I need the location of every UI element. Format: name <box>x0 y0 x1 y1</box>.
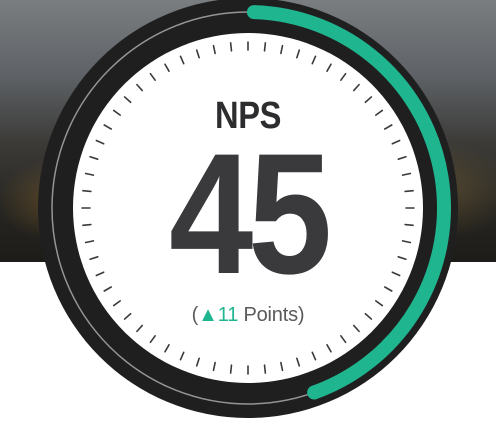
gauge-tick <box>229 42 233 52</box>
change-amount: 11 <box>217 304 239 326</box>
gauge-tick <box>263 42 267 52</box>
nps-score: 45 <box>169 118 332 310</box>
up-arrow-icon: ▲ <box>198 304 218 326</box>
nps-widget: NPS 45 (▲11 Points) <box>0 0 496 446</box>
change-unit: Points) <box>238 304 305 326</box>
gauge-tick <box>229 364 233 374</box>
score-change: (▲11 Points) <box>0 304 496 327</box>
gauge-tick <box>263 364 267 374</box>
